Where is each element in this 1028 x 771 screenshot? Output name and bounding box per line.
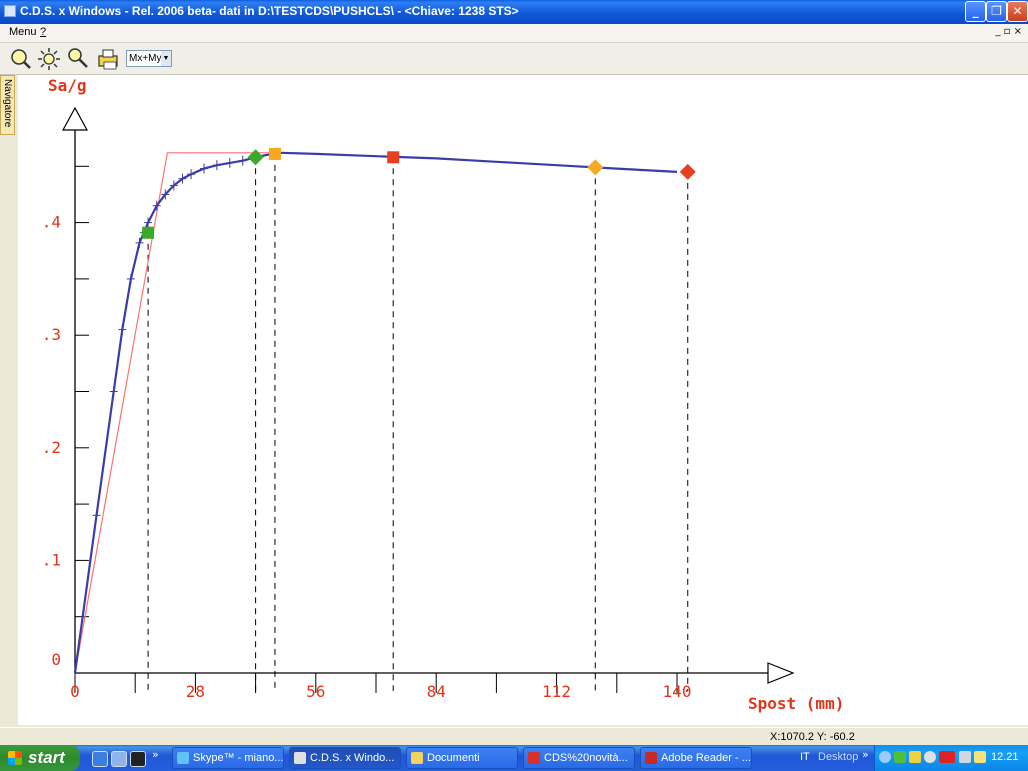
- view-select[interactable]: Mx+My ▼: [126, 50, 172, 67]
- y-tick-label: .3: [42, 325, 61, 344]
- taskbar: start » Skype™ - miano... C.D.S. x Windo…: [0, 745, 1028, 771]
- x-tick-label: 28: [186, 682, 205, 701]
- desktop-chevron-icon[interactable]: »: [862, 748, 869, 761]
- plot-background: [18, 75, 1028, 725]
- ati-icon[interactable]: [939, 751, 955, 763]
- menu-bar: Menu ? _ ▫ ×: [0, 24, 1028, 43]
- y-tick-label: .2: [42, 438, 61, 457]
- desktop-toolbar[interactable]: Desktop: [818, 751, 858, 763]
- limit-state-marker: [387, 151, 400, 164]
- speaker-icon[interactable]: [924, 751, 936, 763]
- ie-icon[interactable]: [92, 751, 108, 767]
- pan-icon[interactable]: [37, 47, 61, 71]
- x-tick-label: 112: [542, 682, 571, 701]
- minimize-button[interactable]: _: [965, 1, 986, 22]
- chevron-down-icon[interactable]: ▼: [161, 51, 171, 66]
- show-desktop-icon[interactable]: [111, 751, 127, 767]
- window-title: C.D.S. x Windows - Rel. 2006 beta- dati …: [20, 4, 519, 18]
- view-select-value: Mx+My: [129, 53, 162, 64]
- close-button[interactable]: ✕: [1007, 1, 1028, 22]
- limit-state-marker: [142, 226, 155, 239]
- title-bar[interactable]: C.D.S. x Windows - Rel. 2006 beta- dati …: [0, 0, 1028, 24]
- y-tick-label: .4: [42, 213, 61, 232]
- navigator-tab[interactable]: Navigatore: [0, 75, 15, 135]
- language-indicator[interactable]: IT: [800, 751, 810, 763]
- skype-icon: [177, 752, 189, 764]
- y-tick-label: .1: [42, 550, 61, 569]
- zoom-out-icon[interactable]: [66, 47, 90, 71]
- start-label: start: [28, 748, 65, 767]
- app-icon[interactable]: [4, 5, 16, 17]
- x-tick-label: 140: [663, 682, 692, 701]
- status-bar: X:1070.2 Y: -60.2: [0, 727, 1028, 746]
- security-icon[interactable]: [909, 751, 921, 763]
- zoom-icon[interactable]: [8, 47, 32, 71]
- clock: 12.21: [991, 751, 1019, 763]
- x-tick-label: 84: [427, 682, 446, 701]
- monitor-icon[interactable]: [959, 751, 971, 763]
- task-cds[interactable]: C.D.S. x Windo...: [289, 747, 401, 769]
- restore-button[interactable]: ❐: [986, 1, 1007, 22]
- pdf-icon: [528, 752, 540, 764]
- y-tick-label: 0: [51, 650, 61, 669]
- console-icon[interactable]: [130, 751, 146, 767]
- quicklaunch-chevron-icon[interactable]: »: [152, 748, 159, 761]
- mdi-window-controls[interactable]: _ ▫ ×: [995, 26, 1022, 37]
- task-cds-pdf[interactable]: CDS%20novità...: [523, 747, 635, 769]
- x-tick-label: 56: [306, 682, 325, 701]
- cds-app-icon: [294, 752, 306, 764]
- cursor-coordinates: X:1070.2 Y: -60.2: [770, 731, 855, 743]
- x-axis-label: Spost (mm): [748, 694, 844, 713]
- x-tick-label: 0: [70, 682, 80, 701]
- system-tray: 12.21: [874, 745, 1028, 771]
- notes-icon[interactable]: [974, 751, 986, 763]
- tray-expand-icon[interactable]: [879, 751, 891, 763]
- limit-state-marker: [268, 147, 281, 160]
- windows-logo-icon: [8, 751, 22, 765]
- task-skype[interactable]: Skype™ - miano...: [172, 747, 284, 769]
- task-adobe-reader[interactable]: Adobe Reader - ...: [640, 747, 752, 769]
- network-icon[interactable]: [894, 751, 906, 763]
- task-documenti[interactable]: Documenti: [406, 747, 518, 769]
- menu-item-menu[interactable]: Menu: [9, 26, 37, 38]
- navigator-tab-label: Navigatore: [2, 79, 13, 128]
- y-axis-label: Sa/g: [48, 76, 87, 95]
- pushover-chart: Sa/g Spost (mm) 0 28 56 84 112 140 0 .1 .2 .3 .4: [18, 75, 1028, 725]
- start-button[interactable]: start: [0, 745, 80, 771]
- menu-item-help[interactable]: ?: [40, 26, 46, 38]
- print-icon[interactable]: [96, 47, 120, 71]
- adobe-reader-icon: [645, 752, 657, 764]
- folder-icon: [411, 752, 423, 764]
